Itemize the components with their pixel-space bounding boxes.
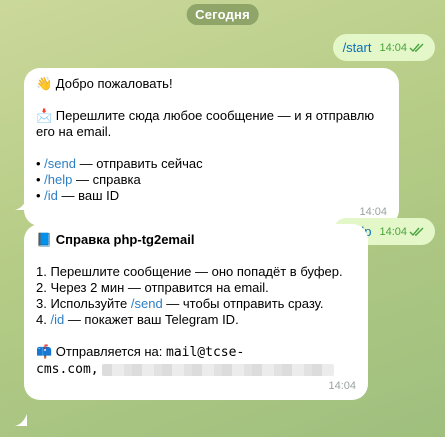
message-time: 14:04 — [359, 206, 387, 218]
double-check-icon — [409, 43, 424, 52]
email-line: 📫 Отправляется на: mail@tcse- — [36, 344, 245, 360]
double-check-icon — [409, 227, 424, 236]
message-text: /start — [342, 40, 372, 55]
message-meta: 14:04 — [379, 226, 425, 238]
email-address: mail@tcse- — [166, 345, 245, 360]
message-line: 👋 Добро пожаловать! — [36, 76, 173, 91]
message-line: его на email. — [36, 124, 112, 139]
bubble-tail-icon — [15, 414, 27, 426]
message-time: 14:04 — [379, 225, 407, 238]
incoming-message-welcome[interactable]: 👋 Добро пожаловать! 📩 Перешлите сюда люб… — [24, 68, 399, 226]
message-line — [36, 92, 387, 108]
message-meta: 14:04 — [379, 42, 425, 54]
email-line-2: cms.com, — [36, 361, 356, 378]
outgoing-message-start[interactable]: /start 14:04 — [332, 34, 435, 61]
incoming-message-help[interactable]: 📘 Справка php-tg2email 1. Перешлите сооб… — [24, 224, 368, 400]
bubble-tail-icon — [15, 198, 27, 210]
help-item-4: 4. /id — покажет ваш Telegram ID. — [36, 312, 239, 327]
date-separator: Сегодня — [186, 4, 259, 25]
command-line-send: • /send — отправить сейчас — [36, 156, 203, 171]
help-item-1: 1. Перешлите сообщение — оно попадёт в б… — [36, 264, 343, 279]
send-command-link[interactable]: /send — [131, 296, 163, 311]
command-line-help: • /help — справка — [36, 172, 141, 187]
id-command-link[interactable]: /id — [44, 188, 58, 203]
message-line — [36, 140, 387, 156]
id-command-link[interactable]: /id — [50, 312, 64, 327]
help-item-2: 2. Через 2 мин — отправится на email. — [36, 280, 269, 295]
send-command-link[interactable]: /send — [44, 156, 76, 171]
message-time: 14:04 — [328, 380, 356, 392]
command-line-id: • /id — ваш ID — [36, 188, 120, 203]
message-time: 14:04 — [379, 41, 407, 54]
help-item-3: 3. Используйте /send — чтобы отправить с… — [36, 296, 324, 311]
redacted-text — [102, 363, 335, 376]
help-command-link[interactable]: /help — [44, 172, 72, 187]
message-line: 📩 Перешлите сюда любое сообщение — и я о… — [36, 108, 375, 123]
help-title: 📘 Справка php-tg2email — [36, 232, 195, 247]
